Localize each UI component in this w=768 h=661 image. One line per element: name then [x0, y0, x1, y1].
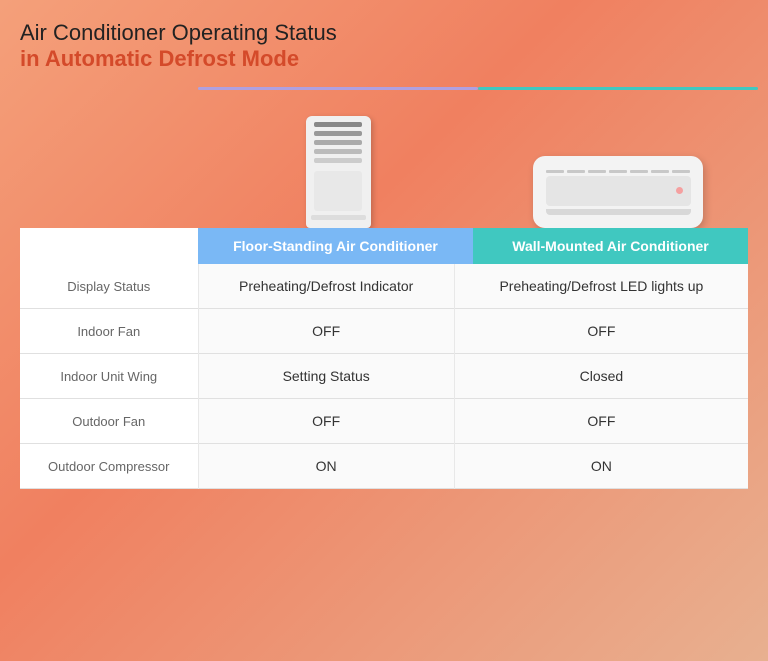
col-header-right: Wall-Mounted Air Conditioner [473, 228, 748, 264]
row-right-value: ON [454, 444, 748, 489]
floor-ac-body [314, 171, 362, 211]
wall-ac-image [533, 156, 703, 228]
row-label: Indoor Fan [20, 309, 198, 354]
floor-ac-stripe1 [314, 122, 362, 127]
table-container: Floor-Standing Air Conditioner Wall-Moun… [20, 228, 748, 489]
main-layout: Floor-Standing Air Conditioner Wall-Moun… [20, 87, 748, 489]
row-label: Outdoor Compressor [20, 444, 198, 489]
title-section: Air Conditioner Operating Status in Auto… [20, 20, 748, 72]
col-header-left: Floor-Standing Air Conditioner [198, 228, 473, 264]
table-row: Outdoor Fan OFF OFF [20, 399, 748, 444]
table-header-row: Floor-Standing Air Conditioner Wall-Moun… [20, 228, 748, 264]
title-line2: in Automatic Defrost Mode [20, 46, 748, 72]
floor-ac-stripe5 [314, 158, 362, 163]
row-right-value: Preheating/Defrost LED lights up [454, 264, 748, 309]
row-right-value: OFF [454, 399, 748, 444]
page-container: Air Conditioner Operating Status in Auto… [0, 0, 768, 661]
row-left-value: Setting Status [198, 354, 454, 399]
row-left-value: OFF [198, 399, 454, 444]
row-label: Display Status [20, 264, 198, 309]
row-right-value: OFF [454, 309, 748, 354]
wall-ac-area [478, 87, 758, 228]
row-right-value: Closed [454, 354, 748, 399]
floor-ac-base [311, 215, 366, 220]
wall-ac-led [676, 187, 683, 194]
row-label: Indoor Unit Wing [20, 354, 198, 399]
underline-right [478, 87, 758, 90]
table-row: Indoor Fan OFF OFF [20, 309, 748, 354]
row-left-value: ON [198, 444, 454, 489]
row-left-value: OFF [198, 309, 454, 354]
table-row: Display Status Preheating/Defrost Indica… [20, 264, 748, 309]
wall-ac-panel [546, 176, 691, 206]
floor-ac-image [306, 116, 371, 228]
table-row: Outdoor Compressor ON ON [20, 444, 748, 489]
header-spacer [20, 228, 198, 264]
table-row: Indoor Unit Wing Setting Status Closed [20, 354, 748, 399]
wall-ac-grille [546, 170, 691, 173]
underline-left [198, 87, 478, 90]
wall-ac-bottom-flap [546, 209, 691, 215]
row-left-value: Preheating/Defrost Indicator [198, 264, 454, 309]
title-line1: Air Conditioner Operating Status [20, 20, 748, 46]
floor-ac-stripe2 [314, 131, 362, 136]
floor-ac-stripe3 [314, 140, 362, 145]
row-label: Outdoor Fan [20, 399, 198, 444]
data-table: Display Status Preheating/Defrost Indica… [20, 264, 748, 489]
floor-ac-area [198, 87, 478, 228]
floor-ac-stripe4 [314, 149, 362, 154]
images-row [20, 87, 748, 228]
